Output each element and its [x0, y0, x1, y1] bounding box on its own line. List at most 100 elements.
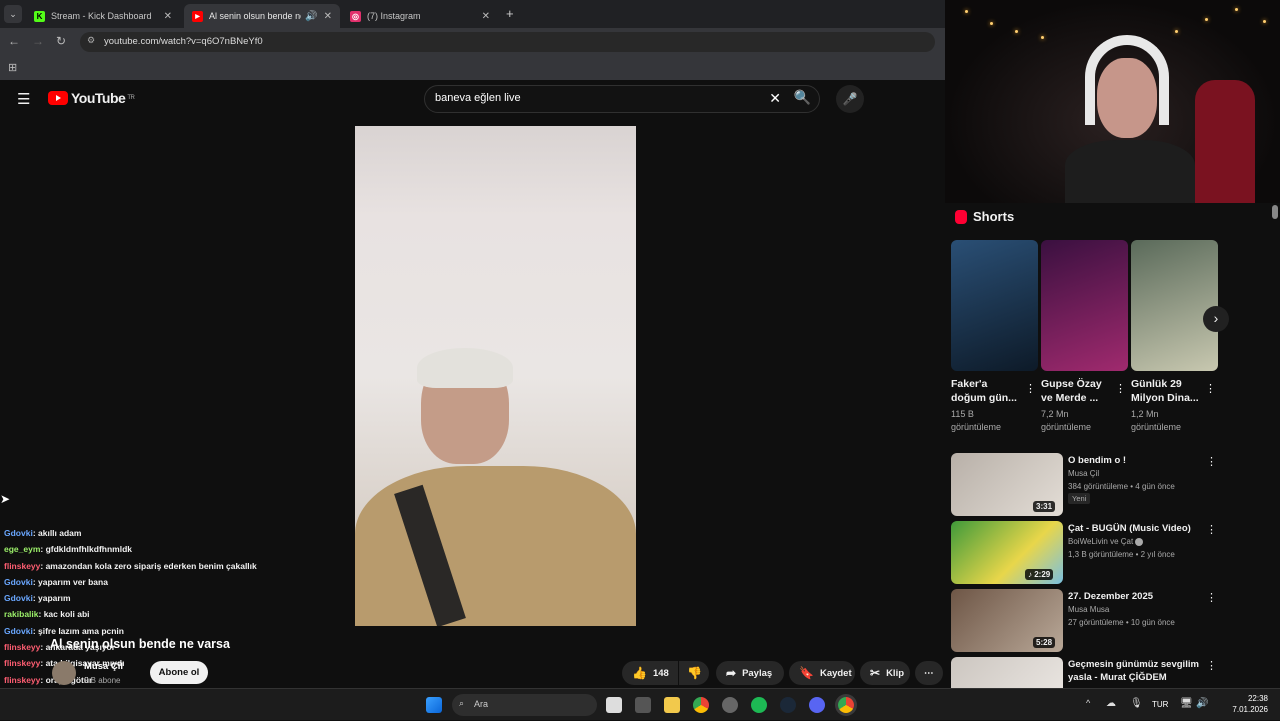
save-button[interactable]: 🔖 Kaydet: [789, 661, 855, 685]
taskbar-search[interactable]: ⌕ Ara: [452, 694, 597, 716]
search-query: baneva eğlen live: [435, 92, 521, 104]
chrome-active-icon[interactable]: [838, 697, 854, 713]
video-channel[interactable]: Musa Çil: [1068, 469, 1099, 478]
menu-icon[interactable]: ☰: [17, 90, 30, 108]
scrollbar-thumb[interactable]: [1272, 205, 1278, 219]
clip-label: Klip: [886, 667, 905, 679]
dislike-button[interactable]: 👎: [679, 661, 709, 685]
url-field[interactable]: ⚙ youtube.com/watch?v=q6O7nBNeYf0: [80, 32, 935, 52]
reload-icon[interactable]: ↻: [56, 34, 66, 48]
forward-icon[interactable]: →: [32, 34, 44, 48]
speaker-icon[interactable]: 🔊: [305, 11, 317, 22]
onedrive-icon[interactable]: ☁: [1106, 698, 1116, 709]
kick-icon: K: [34, 10, 45, 22]
spotify-icon[interactable]: [751, 697, 767, 713]
network-icon[interactable]: 🖥: [1180, 698, 1193, 709]
save-label: Kaydet: [819, 667, 852, 679]
discord-icon[interactable]: [809, 697, 825, 713]
steam-icon[interactable]: [780, 697, 796, 713]
short-title[interactable]: Günlük 29 Milyon Dina...: [1131, 377, 1203, 405]
short-card[interactable]: Günlük 29 Milyon Dina... 1,2 Mn görüntül…: [1131, 240, 1218, 434]
input-language[interactable]: TUR: [1152, 700, 1168, 709]
logo-region: TR: [127, 95, 135, 101]
microphone-icon[interactable]: 🎤: [836, 85, 864, 113]
more-vert-icon[interactable]: ⋮: [1206, 659, 1217, 672]
short-title[interactable]: Faker'a doğum gün...: [951, 377, 1023, 405]
video-title[interactable]: Çat - BUGÜN (Music Video): [1068, 522, 1208, 535]
close-tab-icon[interactable]: ✕: [324, 11, 332, 22]
chevron-right-icon[interactable]: ›: [1203, 306, 1229, 332]
tab-search-button[interactable]: ⌄: [4, 5, 22, 23]
video-title[interactable]: Geçmesin günümüz sevgilim yasla - Murat …: [1068, 658, 1208, 684]
mic-tray-icon[interactable]: 🎙: [1130, 698, 1143, 709]
video-duration: ♪ 2:29: [1025, 569, 1054, 580]
recommended-video[interactable]: ♪ 2:29 Çat - BUGÜN (Music Video) BoiWeLi…: [951, 521, 1221, 585]
more-actions-button[interactable]: ⋯: [915, 661, 943, 685]
tab-kick-dashboard[interactable]: K Stream - Kick Dashboard ✕: [26, 4, 180, 28]
like-button[interactable]: 👍 148: [622, 661, 678, 685]
more-vert-icon[interactable]: ⋮: [1115, 382, 1126, 395]
short-views: 1,2 Mn görüntüleme: [1131, 409, 1182, 432]
chrome-icon[interactable]: [693, 697, 709, 713]
search-input[interactable]: baneva eğlen live ✕ 🔍: [424, 85, 820, 113]
tab-instagram[interactable]: ◎ (7) Instagram ✕: [342, 4, 498, 28]
close-tab-icon[interactable]: ✕: [164, 11, 172, 22]
subscribe-button[interactable]: Abone ol: [150, 661, 208, 684]
clear-search-icon[interactable]: ✕: [769, 90, 781, 107]
fairy-light: [990, 22, 993, 25]
file-explorer-icon[interactable]: [664, 697, 680, 713]
close-tab-icon[interactable]: ✕: [482, 11, 490, 22]
new-tab-button[interactable]: +: [506, 6, 514, 21]
mouse-cursor-icon: ➤: [0, 492, 11, 506]
windows-start-icon[interactable]: [426, 697, 442, 713]
thumbs-down-icon: 👎: [687, 666, 702, 680]
share-button[interactable]: ➦ Paylaş: [716, 661, 784, 685]
short-title[interactable]: Gupse Özay ve Merde ...: [1041, 377, 1113, 405]
volume-icon[interactable]: 🔊: [1196, 698, 1208, 709]
short-thumbnail[interactable]: [1131, 240, 1218, 371]
tray-chevron-icon[interactable]: ^: [1086, 698, 1090, 708]
video-title[interactable]: 27. Dezember 2025: [1068, 590, 1208, 603]
short-card[interactable]: Faker'a doğum gün... 115 B görüntüleme ⋮: [951, 240, 1038, 434]
video-title[interactable]: O bendim o !: [1068, 454, 1208, 467]
sidebar-scrollbar[interactable]: [1271, 205, 1279, 685]
more-vert-icon[interactable]: ⋮: [1206, 455, 1217, 468]
task-view-icon[interactable]: [606, 697, 622, 713]
video-thumbnail[interactable]: [951, 657, 1063, 688]
fairy-light: [1175, 30, 1178, 33]
more-vert-icon[interactable]: ⋮: [1206, 591, 1217, 604]
more-vert-icon[interactable]: ⋮: [1025, 382, 1036, 395]
shorts-section-title: Shorts: [955, 209, 1014, 224]
shorts-icon: [955, 209, 967, 224]
youtube-logo[interactable]: YouTube TR: [48, 90, 135, 106]
short-thumbnail[interactable]: [951, 240, 1038, 371]
short-thumbnail[interactable]: [1041, 240, 1128, 371]
search-icon[interactable]: 🔍: [794, 89, 811, 106]
channel-name[interactable]: Musa Çil: [84, 661, 123, 672]
recommended-video[interactable]: 3:31 O bendim o ! Musa Çil 384 görüntüle…: [951, 453, 1221, 517]
tab-title: Stream - Kick Dashboard: [51, 11, 152, 21]
short-card[interactable]: Gupse Özay ve Merde ... 7,2 Mn görüntüle…: [1041, 240, 1128, 434]
site-info-icon[interactable]: ⚙: [87, 35, 95, 46]
recommended-video[interactable]: Geçmesin günümüz sevgilim yasla - Murat …: [951, 657, 1221, 688]
taskbar-clock[interactable]: 22:38 7.01.2026: [1232, 693, 1268, 715]
store-icon[interactable]: [635, 697, 651, 713]
taskbar-search-label: Ara: [474, 699, 489, 709]
apps-grid-icon[interactable]: ⊞: [8, 61, 17, 74]
app-icon[interactable]: [722, 697, 738, 713]
more-vert-icon[interactable]: ⋮: [1205, 382, 1216, 395]
video-duration: 3:31: [1033, 501, 1056, 512]
chat-username: Gdovki: [4, 528, 33, 538]
tab-youtube-video[interactable]: ▶ Al senin olsun bende ne varsa 🔊 ✕: [184, 4, 340, 28]
channel-avatar[interactable]: [52, 661, 76, 685]
back-icon[interactable]: ←: [8, 34, 20, 48]
chat-message: ege_eym: gfdkldmfhlkdfhnmldk: [4, 541, 424, 557]
clock-time: 22:38: [1247, 694, 1268, 703]
video-channel[interactable]: BoiWeLivin ve Çat: [1068, 537, 1144, 546]
search-icon: ⌕: [459, 698, 465, 708]
webcam-shirt: [1065, 140, 1195, 203]
video-channel[interactable]: Musa Musa: [1068, 605, 1109, 614]
more-vert-icon[interactable]: ⋮: [1206, 523, 1217, 536]
clip-button[interactable]: ✂ Klip: [860, 661, 910, 685]
recommended-video[interactable]: 5:28 27. Dezember 2025 Musa Musa 27 görü…: [951, 589, 1221, 653]
